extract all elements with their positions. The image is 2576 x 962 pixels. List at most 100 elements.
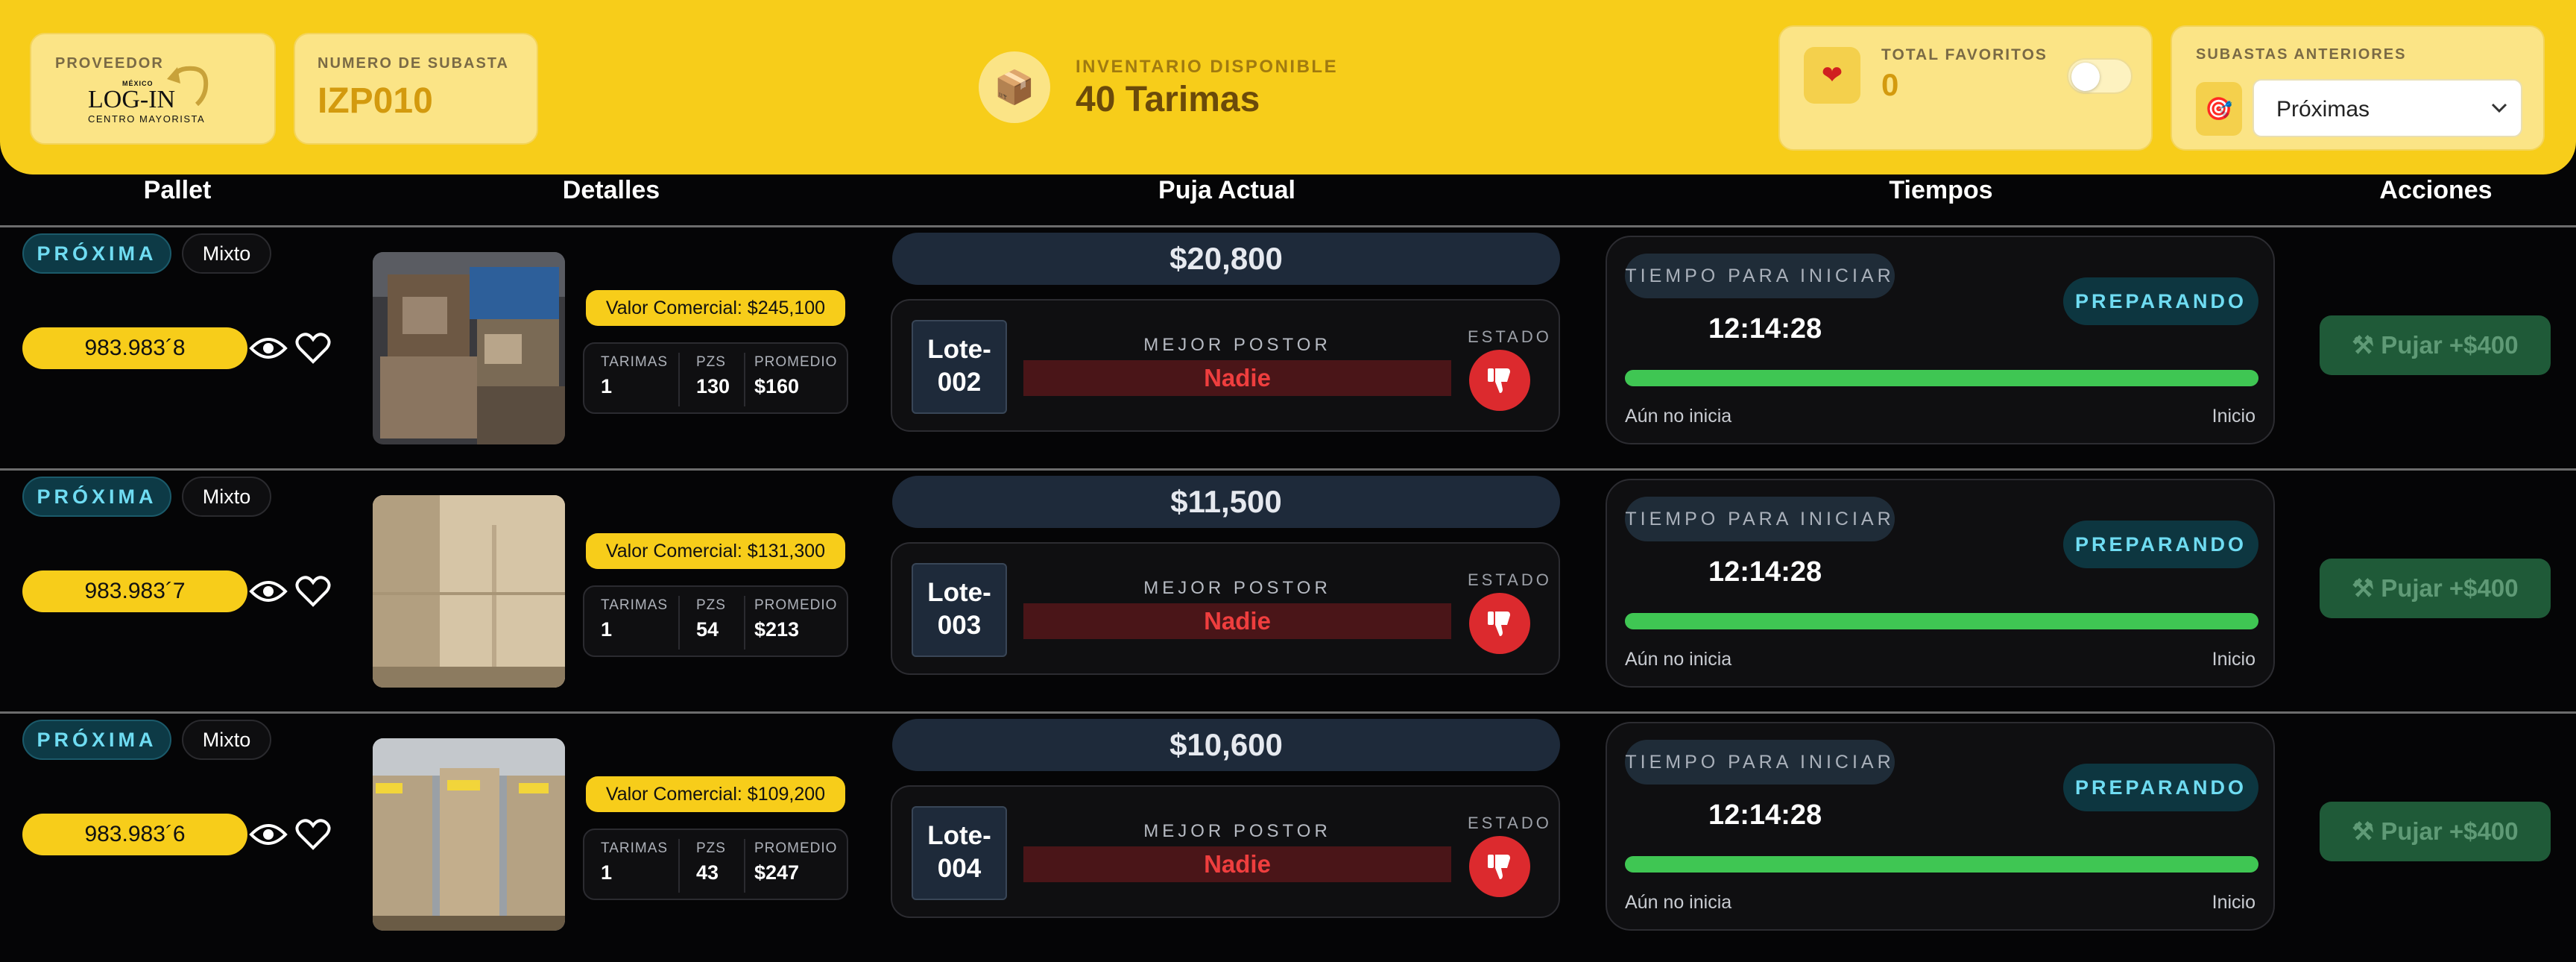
eye-icon[interactable] xyxy=(249,820,288,849)
type-badge: Mixto xyxy=(182,477,271,517)
top-bar: PROVEEDOR MÉXICO LOG-IN CENTRO MAYORISTA… xyxy=(0,0,2576,175)
logo-subtitle: CENTRO MAYORISTA xyxy=(88,113,206,125)
eye-icon[interactable] xyxy=(249,576,288,606)
stat-divider xyxy=(678,353,680,406)
pujar-button[interactable]: ⚒ Pujar +$400 xyxy=(2320,802,2551,861)
time-status-left: Aún no inicia xyxy=(1625,649,1732,670)
column-header-acciones: Acciones xyxy=(2379,176,2493,204)
stat-pzs: PZS 43 xyxy=(696,840,726,884)
pallet-photo[interactable] xyxy=(373,495,565,688)
pallet-photo-image xyxy=(373,252,565,444)
mejor-postor-label: MEJOR POSTOR xyxy=(1143,335,1331,355)
time-status-right: Inicio xyxy=(2212,649,2255,670)
countdown-timer: 12:14:28 xyxy=(1708,799,1822,831)
anteriores-label: SUBASTAS ANTERIORES xyxy=(2196,46,2407,63)
pallet-photo-image xyxy=(373,495,565,688)
stat-divider xyxy=(744,353,745,406)
favoritos-card: ❤ TOTAL FAVORITOS 0 xyxy=(1778,25,2153,151)
eye-icon[interactable] xyxy=(249,333,288,363)
mejor-postor-value: Nadie xyxy=(1023,360,1451,396)
column-header-detalles: Detalles xyxy=(562,176,660,204)
favoritos-toggle[interactable] xyxy=(2067,58,2133,94)
bid-panel: Lote- 003 MEJOR POSTOR Nadie ESTADO xyxy=(891,542,1560,675)
column-header-tiempos: Tiempos xyxy=(1889,176,1993,204)
estado-label: ESTADO xyxy=(1468,327,1552,346)
column-header-pallet: Pallet xyxy=(143,176,212,204)
table-row: PRÓXIMA Mixto 983.983´8 Valor Comercial:… xyxy=(0,225,2576,467)
pallet-stats: TARIMAS 1 PZS 54 PROMEDIO $213 xyxy=(583,585,848,657)
pujar-label: Pujar +$400 xyxy=(2381,574,2519,602)
hammer-icon: ⚒ xyxy=(2352,817,2375,845)
pallet-photo[interactable] xyxy=(373,252,565,444)
bid-panel: Lote- 002 MEJOR POSTOR Nadie ESTADO xyxy=(891,299,1560,432)
valor-comercial: Valor Comercial: $109,200 xyxy=(586,776,845,812)
time-status-left: Aún no inicia xyxy=(1625,406,1732,427)
time-panel: TIEMPO PARA INICIAR 12:14:28 PREPARANDO … xyxy=(1606,722,2275,931)
mejor-postor-label: MEJOR POSTOR xyxy=(1143,821,1331,841)
time-panel: TIEMPO PARA INICIAR 12:14:28 PREPARANDO … xyxy=(1606,479,2275,688)
stat-tarimas: TARIMAS 1 xyxy=(601,354,669,397)
estado-label: ESTADO xyxy=(1468,570,1552,589)
stat-tarimas: TARIMAS 1 xyxy=(601,597,669,641)
type-badge: Mixto xyxy=(182,233,271,274)
stat-divider xyxy=(678,596,680,650)
status-badge: PRÓXIMA xyxy=(22,233,171,274)
pallet-photo[interactable] xyxy=(373,738,565,931)
current-bid: $10,600 xyxy=(892,719,1560,771)
pujar-button[interactable]: ⚒ Pujar +$400 xyxy=(2320,315,2551,375)
stat-divider xyxy=(744,596,745,650)
mejor-postor-value: Nadie xyxy=(1023,846,1451,882)
table-row: PRÓXIMA Mixto 983.983´7 Valor Comercial:… xyxy=(0,468,2576,710)
favoritos-label: TOTAL FAVORITOS xyxy=(1881,46,2048,63)
stat-divider xyxy=(678,839,680,893)
pallet-stats: TARIMAS 1 PZS 130 PROMEDIO $160 xyxy=(583,342,848,414)
bid-panel: Lote- 004 MEJOR POSTOR Nadie ESTADO xyxy=(891,785,1560,918)
progress-bar xyxy=(1625,613,2258,629)
progress-fill xyxy=(1625,856,2258,873)
current-bid: $20,800 xyxy=(892,233,1560,285)
stat-pzs: PZS 130 xyxy=(696,354,730,397)
lote-label: Lote- 003 xyxy=(912,563,1007,657)
valor-comercial: Valor Comercial: $131,300 xyxy=(586,533,845,569)
thumbs-down-icon xyxy=(1469,350,1530,411)
time-status-right: Inicio xyxy=(2212,406,2255,427)
target-icon: 🎯 xyxy=(2196,82,2242,136)
subastas-select-value: Próximas xyxy=(2276,97,2370,122)
pallet-id: 983.983´6 xyxy=(22,814,247,855)
proveedor-logo: MÉXICO LOG-IN CENTRO MAYORISTA xyxy=(52,61,239,128)
phase-badge: PREPARANDO xyxy=(2063,277,2258,325)
type-badge: Mixto xyxy=(182,720,271,760)
pallet-stats: TARIMAS 1 PZS 43 PROMEDIO $247 xyxy=(583,829,848,900)
time-panel: TIEMPO PARA INICIAR 12:14:28 PREPARANDO … xyxy=(1606,236,2275,444)
stat-promedio: PROMEDIO $247 xyxy=(754,840,838,884)
countdown-timer: 12:14:28 xyxy=(1708,313,1822,345)
current-bid: $11,500 xyxy=(892,476,1560,528)
heart-icon[interactable] xyxy=(295,332,331,365)
progress-bar xyxy=(1625,856,2258,873)
heart-icon[interactable] xyxy=(295,575,331,608)
mejor-postor-value: Nadie xyxy=(1023,603,1451,639)
toggle-knob xyxy=(2071,63,2100,91)
subastas-select[interactable]: Próximas xyxy=(2253,79,2522,137)
pallet-photo-image xyxy=(373,738,565,931)
tiempo-label: TIEMPO PARA INICIAR xyxy=(1625,740,1895,785)
anteriores-card: SUBASTAS ANTERIORES 🎯 Próximas xyxy=(2171,25,2545,151)
pujar-button[interactable]: ⚒ Pujar +$400 xyxy=(2320,559,2551,618)
logo-name: LOG-IN xyxy=(88,86,176,113)
inventario-label: INVENTARIO DISPONIBLE xyxy=(1076,57,1339,77)
status-badge: PRÓXIMA xyxy=(22,720,171,760)
estado-label: ESTADO xyxy=(1468,814,1552,832)
tiempo-label: TIEMPO PARA INICIAR xyxy=(1625,497,1895,541)
table-row: PRÓXIMA Mixto 983.983´6 Valor Comercial:… xyxy=(0,711,2576,953)
thumbs-down-icon xyxy=(1469,593,1530,654)
stat-divider xyxy=(744,839,745,893)
heart-icon[interactable] xyxy=(295,818,331,851)
pallet-id: 983.983´7 xyxy=(22,570,247,612)
column-header-puja: Puja Actual xyxy=(1158,176,1295,204)
heart-icon: ❤ xyxy=(1804,47,1860,104)
lote-label: Lote- 004 xyxy=(912,806,1007,900)
time-status-left: Aún no inicia xyxy=(1625,892,1732,913)
stat-promedio: PROMEDIO $213 xyxy=(754,597,838,641)
time-status-right: Inicio xyxy=(2212,892,2255,913)
progress-bar xyxy=(1625,370,2258,386)
